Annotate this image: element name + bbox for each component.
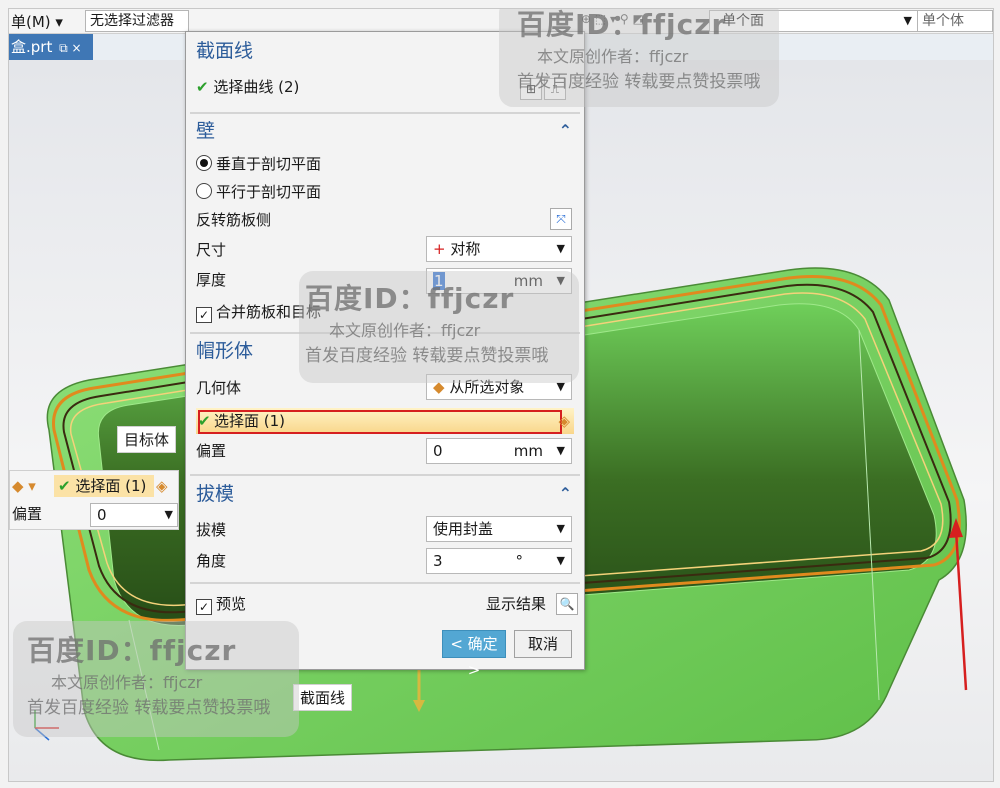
tab-part-file[interactable]: 盒.prt ⧉ ×: [9, 34, 93, 60]
floating-offset-label: 偏置: [12, 505, 43, 523]
checkbox-checked-icon: ✓: [196, 307, 212, 323]
watermark-id: 百度ID：ffjczr: [305, 282, 515, 315]
divider: [190, 474, 580, 476]
plus-icon: +: [433, 240, 446, 258]
floating-offset-input[interactable]: 0 ▼: [90, 503, 178, 527]
select-curve-row[interactable]: ✔ 选择曲线 (2): [196, 74, 299, 100]
cap-offset-unit: mm: [513, 442, 543, 460]
ok-button[interactable]: < 确定 >: [442, 630, 506, 679]
chevron-down-icon: ▼: [556, 242, 565, 255]
floating-select-face-label: 选择面 (1): [75, 477, 147, 495]
thickness-label: 厚度: [196, 271, 227, 289]
radio-parallel-label: 平行于剖切平面: [216, 183, 322, 201]
section-curve-title: 截面线: [196, 40, 254, 62]
floating-select-bar: ◆ ▾ ✔ 选择面 (1) ◈ 偏置 0 ▼: [9, 470, 179, 530]
radio-parallel[interactable]: 平行于剖切平面: [196, 179, 321, 205]
watermark-notice: 首发百度经验 转载要点赞投票哦: [27, 698, 271, 718]
select-face-label: 选择面 (1): [214, 412, 286, 430]
geometry-label: 几何体: [196, 379, 242, 397]
section-wall-title: 壁: [196, 120, 216, 142]
floating-select-face[interactable]: ✔ 选择面 (1): [54, 475, 154, 497]
menu-button[interactable]: 单(M) ▾: [11, 11, 63, 32]
selection-filter-dropdown[interactable]: 无选择过滤器: [85, 10, 189, 32]
watermark-bottom: 百度ID：ffjczr 本文原创作者：ffjczr 首发百度经验 转载要点赞投票…: [27, 629, 270, 718]
chevron-down-icon: ▼: [556, 554, 565, 567]
cap-offset-label: 偏置: [196, 442, 227, 460]
draft-dropdown[interactable]: 使用封盖 ▼: [426, 516, 572, 542]
cube-icon[interactable]: ◈: [156, 477, 168, 495]
size-label: 尺寸: [196, 241, 227, 259]
size-dropdown[interactable]: + 对称 ▼: [426, 236, 572, 262]
flip-direction-icon[interactable]: ⤧: [550, 208, 572, 230]
body-scope-dropdown[interactable]: 单个体: [917, 10, 993, 32]
face-icon[interactable]: ◆ ▾: [12, 477, 36, 495]
angle-input[interactable]: 3 ° ▼: [426, 548, 572, 574]
chevron-down-icon: ▼: [556, 444, 565, 457]
radio-perpendicular[interactable]: 垂直于剖切平面: [196, 151, 321, 177]
section-cap-title: 帽形体: [196, 340, 254, 362]
watermark-notice: 首发百度经验 转载要点赞投票哦: [305, 346, 549, 366]
watermark-author: 本文原创作者：ffjczr: [537, 47, 689, 66]
chevron-down-icon: ▼: [903, 14, 912, 27]
flip-rib-label: 反转筋板侧: [196, 211, 272, 229]
radio-perpendicular-label: 垂直于剖切平面: [216, 155, 322, 173]
watermark-author: 本文原创作者：ffjczr: [51, 673, 203, 692]
radio-on-icon: [196, 155, 212, 171]
checkbox-checked-icon: ✓: [196, 599, 212, 615]
angle-value: 3: [433, 552, 443, 570]
chevron-up-icon[interactable]: ⌃: [559, 116, 572, 146]
app-window: 单(M) ▾ 无选择过滤器 ⊕ ⬚ ▾ ⚲ ◩ 单个面 ▼ 单个体 盒.prt …: [8, 8, 994, 782]
divider: [190, 112, 580, 114]
chevron-down-icon: ▼: [164, 508, 173, 521]
target-body-label: 目标体: [117, 426, 177, 453]
section-wall-header[interactable]: 壁 ⌃: [190, 116, 580, 146]
tab-label: 盒.prt: [11, 38, 53, 56]
section-line-label: 截面线: [293, 684, 353, 711]
show-result-label: 显示结果: [486, 595, 547, 613]
select-curve-label: 选择曲线 (2): [213, 78, 300, 96]
watermark-notice: 首发百度经验 转载要点赞投票哦: [517, 72, 761, 92]
radio-off-icon: [196, 183, 212, 199]
angle-unit: °: [515, 552, 524, 570]
cube-icon[interactable]: ◈: [558, 408, 570, 434]
chevron-up-icon[interactable]: ⌃: [559, 479, 572, 509]
watermark-author: 本文原创作者：ffjczr: [329, 321, 481, 340]
size-value: 对称: [450, 240, 481, 258]
preview-checkbox[interactable]: ✓ 预览: [196, 591, 246, 617]
search-icon[interactable]: 🔍: [556, 593, 578, 615]
watermark-middle: 百度ID：ffjczr 本文原创作者：ffjczr 首发百度经验 转载要点赞投票…: [305, 277, 548, 366]
select-face-row[interactable]: ✔ 选择面 (1) ◈: [196, 408, 574, 434]
watermark-id: 百度ID：ffjczr: [27, 634, 237, 667]
chevron-down-icon: ▼: [556, 522, 565, 535]
check-icon: ✔: [58, 477, 71, 495]
watermark-id: 百度ID：ffjczr: [517, 8, 727, 41]
floating-offset-value: 0: [97, 506, 107, 524]
draft-value: 使用封盖: [433, 520, 494, 538]
section-draft-title: 拔模: [196, 483, 235, 505]
tab-icons[interactable]: ⧉ ×: [59, 41, 81, 55]
cancel-button[interactable]: 取消: [514, 630, 572, 658]
section-draft-header[interactable]: 拔模 ⌃: [190, 479, 580, 509]
cap-offset-input[interactable]: 0 mm ▼: [426, 438, 572, 464]
draft-label: 拔模: [196, 521, 227, 539]
divider: [190, 582, 580, 584]
cap-offset-value: 0: [433, 442, 443, 460]
watermark-top: 百度ID：ffjczr 本文原创作者：ffjczr 首发百度经验 转载要点赞投票…: [517, 8, 761, 92]
check-icon: ✔: [198, 412, 211, 430]
check-icon: ✔: [196, 78, 209, 96]
angle-label: 角度: [196, 552, 227, 570]
preview-label: 预览: [216, 595, 247, 613]
